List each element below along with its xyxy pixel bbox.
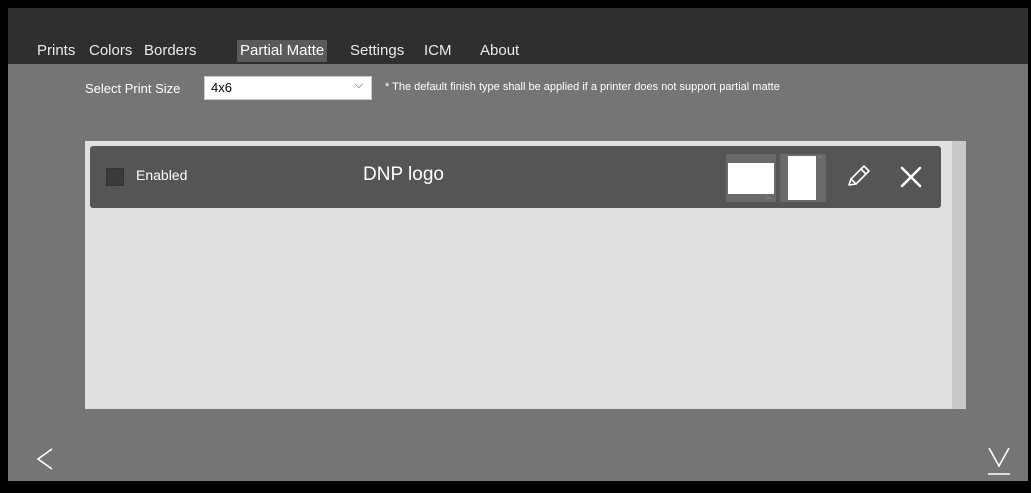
enabled-checkbox[interactable] bbox=[106, 168, 124, 186]
landscape-thumbnail[interactable] bbox=[726, 154, 776, 202]
portrait-paper bbox=[788, 156, 816, 200]
content-area: Select Print Size 4x6 ⌵ * The default fi… bbox=[8, 64, 1028, 481]
portrait-thumbnail[interactable] bbox=[780, 154, 826, 202]
scrollbar[interactable] bbox=[952, 141, 966, 409]
app-window: Prints Colors Borders Partial Matte Sett… bbox=[8, 8, 1028, 481]
list-item[interactable]: Enabled DNP logo bbox=[90, 146, 941, 208]
tab-partial-matte[interactable]: Partial Matte bbox=[237, 40, 328, 62]
download-icon bbox=[988, 447, 1010, 475]
landscape-logo-mark bbox=[766, 197, 772, 199]
tab-prints[interactable]: Prints bbox=[34, 40, 78, 62]
portrait-logo-mark bbox=[818, 156, 823, 158]
landscape-paper bbox=[728, 163, 774, 194]
item-name: DNP logo bbox=[363, 164, 444, 185]
close-icon bbox=[900, 166, 922, 188]
edit-button[interactable] bbox=[842, 162, 876, 192]
tab-bar: Prints Colors Borders Partial Matte Sett… bbox=[8, 32, 1028, 65]
tab-borders[interactable]: Borders bbox=[141, 40, 200, 62]
print-size-value: 4x6 bbox=[211, 80, 232, 95]
print-size-select[interactable]: 4x6 ⌵ bbox=[204, 76, 372, 100]
finish-note: * The default finish type shall be appli… bbox=[385, 81, 780, 93]
delete-button[interactable] bbox=[896, 162, 926, 192]
tab-icm[interactable]: ICM bbox=[421, 40, 455, 62]
tab-about[interactable]: About bbox=[477, 40, 522, 62]
print-size-label: Select Print Size bbox=[85, 81, 181, 96]
chevron-down-icon: ⌵ bbox=[354, 79, 363, 91]
download-button[interactable] bbox=[986, 444, 1012, 478]
partial-matte-list: Enabled DNP logo bbox=[85, 141, 966, 409]
chevron-left-icon bbox=[36, 448, 53, 470]
enabled-label: Enabled bbox=[136, 167, 188, 183]
tab-settings[interactable]: Settings bbox=[347, 40, 407, 62]
pencil-icon bbox=[848, 165, 870, 186]
back-button[interactable] bbox=[34, 444, 56, 474]
tab-colors[interactable]: Colors bbox=[86, 40, 135, 62]
